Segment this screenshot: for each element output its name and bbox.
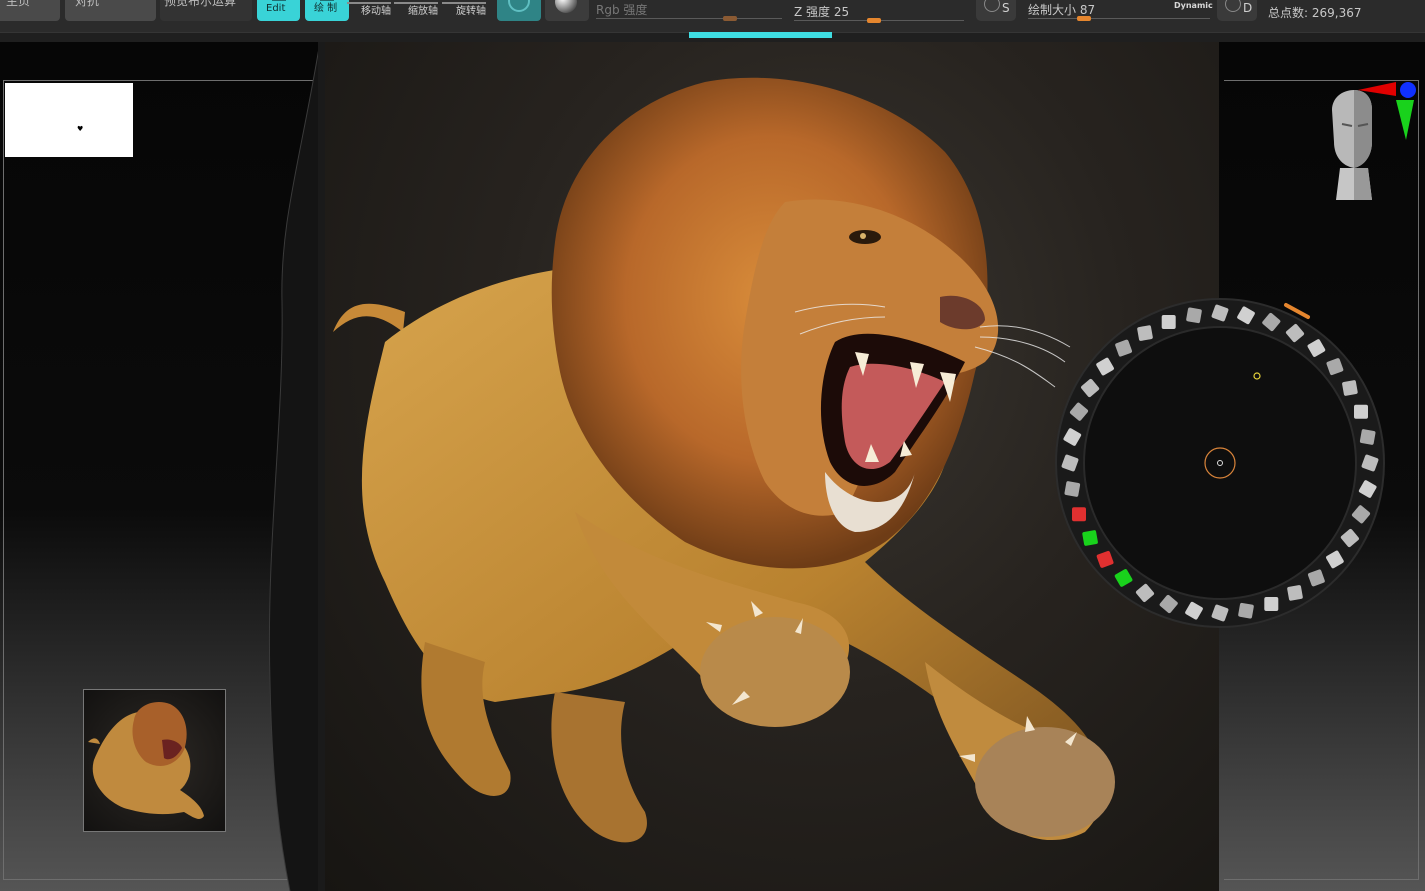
total-points-value: 269,367	[1311, 6, 1362, 20]
move-axis-button[interactable]: 移动轴	[347, 0, 398, 21]
rgb-intensity-knob[interactable]	[722, 16, 737, 21]
radial-tool-icon[interactable]	[1238, 602, 1254, 619]
edit-button-label: Edit	[266, 3, 286, 14]
thumbnail-preview[interactable]	[83, 689, 226, 832]
scale-axis-label: 缩放轴	[408, 6, 438, 17]
radial-tool-icon[interactable]	[1359, 429, 1376, 445]
edit-button[interactable]: Edit	[257, 0, 300, 21]
d-ring-icon	[1225, 0, 1241, 12]
dynamic-toggle[interactable]: Dynamic	[1174, 1, 1213, 10]
active-tab-indicator	[689, 32, 832, 38]
z-intensity-label-text: Z 强度	[794, 5, 831, 19]
globe-button[interactable]	[497, 0, 541, 21]
navigator-preview[interactable]	[5, 83, 133, 157]
top-toolbar: 主页 对抗 预览布尔运算 Edit 绘 制 移动轴 缩放轴 旋转轴 Rgb 强度…	[0, 0, 1425, 32]
total-points-label: 总点数:	[1268, 6, 1309, 20]
pair-button[interactable]: 对抗	[65, 0, 156, 21]
z-intensity-value: 25	[833, 5, 850, 19]
d-button-label: D	[1243, 1, 1253, 15]
s-button-label: S	[1002, 1, 1010, 15]
radial-tool-icon[interactable]	[1354, 404, 1368, 419]
radial-tool-icon[interactable]	[1064, 481, 1081, 497]
radial-tool-icon[interactable]	[1342, 380, 1358, 396]
draw-button[interactable]: 绘 制	[305, 0, 349, 21]
document-border	[318, 42, 325, 891]
radial-tool-icon[interactable]	[1072, 507, 1086, 522]
z-intensity-label: Z 强度 25	[794, 3, 849, 20]
rotate-axis-button[interactable]: 旋转轴	[442, 0, 493, 21]
d-button[interactable]: D	[1217, 0, 1257, 21]
radial-tool-icon[interactable]	[1137, 325, 1153, 341]
s-ring-icon	[984, 0, 1000, 12]
rotate-axis-label: 旋转轴	[456, 6, 486, 17]
radial-tool-icon[interactable]	[1264, 597, 1279, 611]
main-button-label: 主页	[6, 0, 31, 8]
frame-bottom-right-line	[1224, 879, 1419, 880]
main-button[interactable]: 主页	[0, 0, 60, 21]
preview-boolean-button[interactable]: 预览布尔运算	[160, 0, 252, 21]
s-button[interactable]: S	[976, 0, 1016, 21]
total-points: 总点数: 269,367	[1268, 4, 1362, 21]
material-sphere-button[interactable]	[545, 0, 589, 21]
globe-icon	[508, 0, 530, 12]
draw-button-label: 绘 制	[314, 3, 338, 14]
radial-tool-icon[interactable]	[1287, 585, 1303, 601]
radial-tool-icon[interactable]	[1186, 307, 1202, 324]
rgb-intensity-slider[interactable]	[596, 18, 782, 19]
sphere-icon	[555, 0, 577, 13]
radial-tool-icon[interactable]	[1161, 315, 1176, 329]
pair-button-label: 对抗	[75, 0, 100, 8]
rgb-intensity-label: Rgb 强度	[596, 3, 648, 17]
thumbnail-lion-image	[88, 701, 204, 819]
preview-boolean-label: 预览布尔运算	[164, 0, 237, 8]
scale-axis-button[interactable]: 缩放轴	[394, 0, 445, 21]
z-intensity-knob[interactable]	[866, 18, 881, 23]
navigator-marker-icon: ♥	[77, 125, 84, 133]
draw-size-knob[interactable]	[1077, 16, 1092, 21]
draw-size-label-text: 绘制大小	[1028, 3, 1077, 17]
head-gizmo[interactable]	[1312, 80, 1424, 210]
radial-tool-icon[interactable]	[1082, 530, 1098, 546]
frame-left-line	[3, 80, 4, 880]
head-gizmo-icon	[1332, 90, 1372, 200]
draw-size-slider[interactable]	[1028, 18, 1210, 19]
draw-size-value: 87	[1079, 3, 1096, 17]
move-axis-label: 移动轴	[361, 6, 391, 17]
radial-menu[interactable]	[1054, 297, 1386, 629]
app-window: 主页 对抗 预览布尔运算 Edit 绘 制 移动轴 缩放轴 旋转轴 Rgb 强度…	[0, 0, 1425, 891]
